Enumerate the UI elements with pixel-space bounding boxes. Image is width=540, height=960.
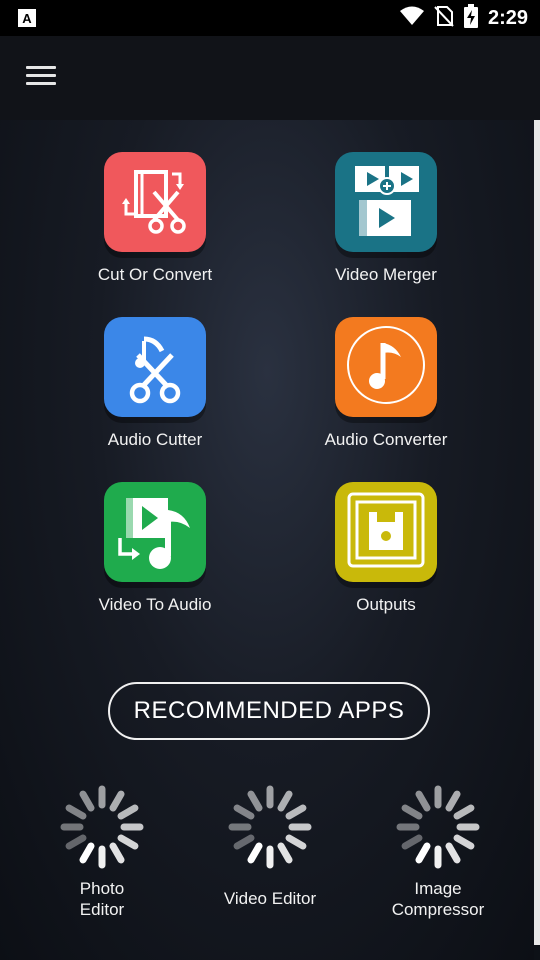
music-scissors-icon[interactable] (104, 317, 206, 417)
notification-a-icon: A (18, 9, 36, 32)
tile-outputs[interactable]: Outputs (270, 482, 500, 632)
floppy-disk-icon[interactable] (335, 482, 437, 582)
rec-label-line1: Image (414, 879, 462, 898)
hamburger-menu-icon[interactable] (26, 66, 58, 90)
tile-label: Audio Cutter (107, 430, 203, 449)
loading-spinner-icon (396, 785, 480, 869)
video-scissors-icon[interactable] (104, 152, 206, 252)
status-clock: 2:29 (487, 6, 528, 29)
wifi-icon (399, 6, 424, 31)
recommended-app-image-compressor[interactable]: Image Compressor (358, 784, 518, 920)
music-note-circle-icon[interactable] (335, 317, 437, 417)
tile-audio-converter[interactable]: Audio Converter (270, 317, 500, 467)
loading-spinner-icon (228, 785, 312, 869)
recommended-apps-button[interactable]: RECOMMENDED APPS (108, 682, 430, 740)
loading-spinner-icon (60, 785, 144, 869)
status-bar: A 2:29 (0, 0, 540, 36)
no-sim-icon (434, 5, 454, 32)
tile-cut-or-convert[interactable]: Cut Or Convert (39, 152, 269, 302)
tile-video-to-audio[interactable]: Video To Audio (39, 482, 269, 632)
scrollbar[interactable] (534, 120, 540, 945)
recommended-app-video-editor[interactable]: Video Editor (190, 784, 350, 909)
recommended-app-photo-editor[interactable]: Photo Editor (22, 784, 182, 920)
app-bar (0, 36, 540, 120)
tile-label: Video Merger (335, 265, 437, 284)
tile-label: Audio Converter (324, 430, 448, 449)
tile-video-merger[interactable]: Video Merger (270, 152, 500, 302)
tile-audio-cutter[interactable]: Audio Cutter (39, 317, 269, 467)
tile-label: Cut Or Convert (97, 265, 213, 284)
tile-label: Video To Audio (98, 595, 212, 614)
video-merge-icon[interactable] (335, 152, 437, 252)
video-to-music-icon[interactable] (104, 482, 206, 582)
rec-label-line1: Video Editor (223, 889, 317, 908)
svg-text:A: A (22, 11, 32, 26)
tile-label: Outputs (356, 595, 416, 614)
rec-label-line1: Photo (79, 879, 125, 898)
battery-charging-icon (463, 3, 478, 33)
rec-label-line2: Compressor (391, 900, 485, 919)
rec-label-line2: Editor (79, 900, 125, 919)
